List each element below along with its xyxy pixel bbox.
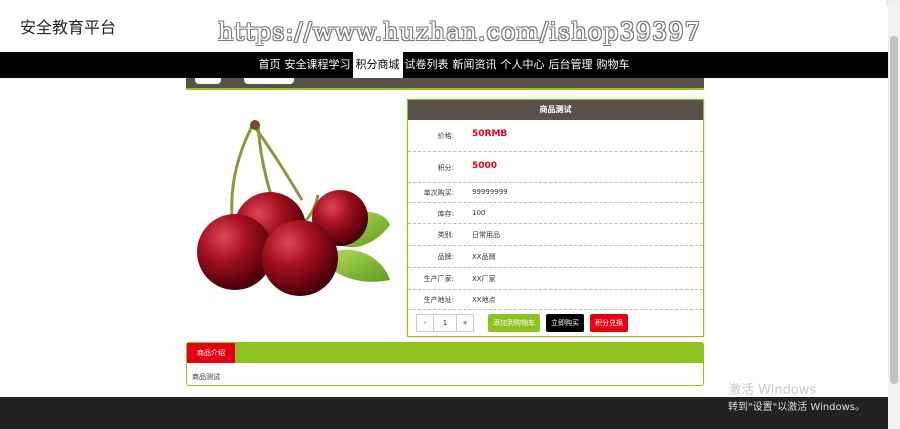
maker-label: 生产厂家: xyxy=(423,275,454,283)
brand-label: 品牌: xyxy=(437,253,454,261)
category-label: 类别: xyxy=(437,231,454,239)
stock-value: 100 xyxy=(472,209,486,217)
product-info-panel: 商品测试 价格: 50RMB 积分: 5000 单次购买: 99999999 库… xyxy=(407,99,704,337)
points-exchange-button[interactable]: 积分兑换 xyxy=(590,314,628,332)
watermark-text: https://www.huzhan.com/ishop39397 xyxy=(218,18,701,46)
quantity-stepper: - 1 + xyxy=(416,314,474,332)
brand-row: 品牌: XX品牌 xyxy=(408,246,703,268)
windows-activation-title: 激活 Windows xyxy=(728,383,817,398)
section-strip xyxy=(186,78,704,90)
price-row: 价格: 50RMB xyxy=(408,120,703,152)
strip-tab xyxy=(195,78,221,84)
limit-value: 99999999 xyxy=(472,188,508,196)
quantity-minus-button[interactable]: - xyxy=(417,315,433,331)
windows-activation-subtitle: 转到"设置"以激活 Windows。 xyxy=(728,402,866,413)
maker-value: XX厂家 xyxy=(472,275,496,283)
origin-label: 生产地址: xyxy=(423,296,454,304)
origin-value: XX地点 xyxy=(472,296,496,304)
product-details-panel: 商品介绍 商品测试 xyxy=(186,342,704,386)
buy-now-button[interactable]: 立即购买 xyxy=(546,314,584,332)
site-title: 安全教育平台 xyxy=(20,18,117,37)
strip-tab xyxy=(244,78,294,84)
nav-courses[interactable]: 安全课程学习 xyxy=(283,52,353,78)
stock-label: 库存: xyxy=(437,210,454,218)
nav-cart[interactable]: 购物车 xyxy=(595,52,632,78)
limit-label: 单次购买: xyxy=(423,189,454,197)
nav-news[interactable]: 新闻资讯 xyxy=(451,52,499,78)
maker-row: 生产厂家: XX厂家 xyxy=(408,268,703,290)
limit-row: 单次购买: 99999999 xyxy=(408,183,703,203)
price-value: 50RMB xyxy=(472,129,508,139)
product-description: 商品测试 xyxy=(192,373,220,381)
cherry-image xyxy=(197,120,390,296)
origin-row: 生产地址: XX地点 xyxy=(408,290,703,310)
purchase-actions: - 1 + 添加到购物车 立即购买 积分兑换 xyxy=(416,314,628,332)
scrollbar[interactable] xyxy=(888,6,900,429)
quantity-plus-button[interactable]: + xyxy=(457,315,473,331)
details-tab-bar xyxy=(187,343,703,363)
points-label: 积分: xyxy=(437,164,454,172)
category-row: 类别: 日常用品 xyxy=(408,224,703,246)
scrollbar-thumb[interactable] xyxy=(890,36,898,384)
nav-points-mall[interactable]: 积分商城 xyxy=(352,52,403,78)
brand-value: XX品牌 xyxy=(472,253,496,261)
product-name: 商品测试 xyxy=(408,100,703,120)
points-row: 积分: 5000 xyxy=(408,152,703,183)
nav-admin[interactable]: 后台管理 xyxy=(547,52,595,78)
nav-home[interactable]: 首页 xyxy=(257,52,283,78)
stock-row: 库存: 100 xyxy=(408,203,703,224)
tab-product-intro[interactable]: 商品介绍 xyxy=(187,343,235,363)
points-value: 5000 xyxy=(472,161,498,171)
category-value: 日常用品 xyxy=(472,231,500,239)
add-to-cart-button[interactable]: 添加到购物车 xyxy=(488,314,540,332)
main-nav: 首页 安全课程学习 积分商城 试卷列表 新闻资讯 个人中心 后台管理 购物车 xyxy=(0,52,888,78)
price-label: 价格: xyxy=(437,132,454,140)
nav-profile[interactable]: 个人中心 xyxy=(499,52,547,78)
quantity-input[interactable]: 1 xyxy=(433,315,457,331)
nav-exams[interactable]: 试卷列表 xyxy=(403,52,451,78)
